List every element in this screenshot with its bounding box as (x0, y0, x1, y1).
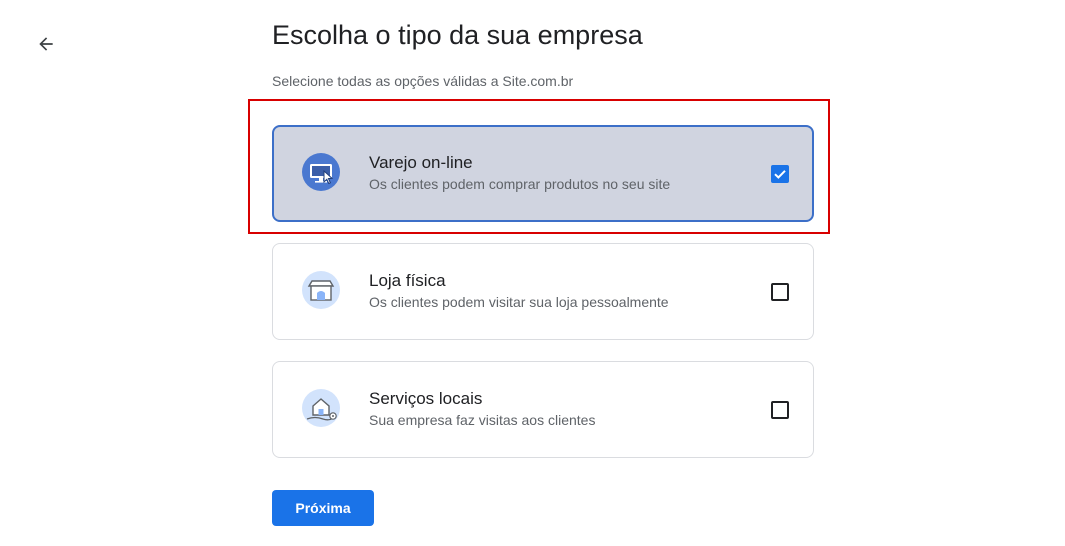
back-button[interactable] (30, 28, 62, 60)
option-text: Loja física Os clientes podem visitar su… (369, 271, 669, 311)
option-checkbox-checked[interactable] (771, 165, 789, 183)
local-services-icon (302, 389, 340, 427)
option-text: Serviços locais Sua empresa faz visitas … (369, 389, 595, 429)
option-card-local-services[interactable]: Serviços locais Sua empresa faz visitas … (272, 361, 814, 458)
option-description: Sua empresa faz visitas aos clientes (369, 412, 596, 428)
page-title: Escolha o tipo da sua empresa (272, 20, 643, 50)
option-title: Serviços locais (369, 389, 483, 408)
option-card-physical-store[interactable]: Loja física Os clientes podem visitar su… (272, 243, 814, 340)
option-title: Varejo on-line (369, 153, 473, 172)
option-description: Os clientes podem comprar produtos no se… (369, 176, 671, 192)
option-title: Loja física (369, 271, 446, 290)
option-text: Varejo on-line Os clientes podem comprar… (369, 153, 670, 193)
physical-store-icon (302, 271, 340, 309)
online-store-icon (302, 153, 340, 191)
page: Escolha o tipo da sua empresa Selecione … (0, 0, 1065, 546)
checkmark-icon (774, 170, 786, 179)
option-description: Os clientes podem visitar sua loja pesso… (369, 294, 669, 310)
option-checkbox[interactable] (771, 401, 789, 419)
page-subtitle: Selecione todas as opções válidas a Site… (272, 73, 574, 89)
arrow-back-icon (39, 37, 53, 51)
option-card-online-retail[interactable]: Varejo on-line Os clientes podem comprar… (272, 125, 814, 222)
next-button[interactable]: Próxima (272, 490, 374, 526)
option-checkbox[interactable] (771, 283, 789, 301)
